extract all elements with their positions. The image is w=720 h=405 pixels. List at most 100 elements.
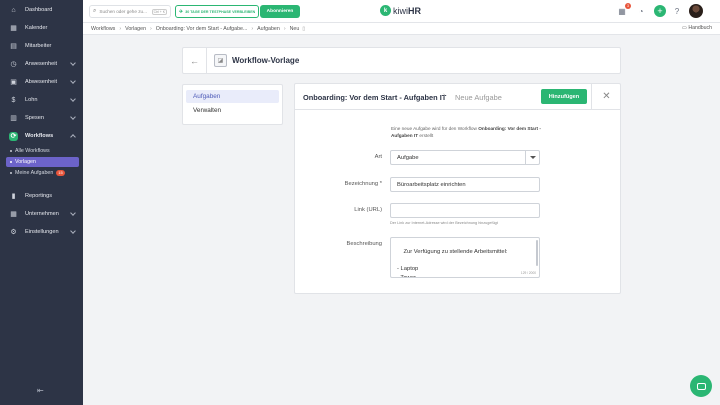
- sidebar-item-label: Reportings: [25, 193, 53, 199]
- page-title: Workflow-Vorlage: [232, 56, 300, 65]
- sidebar-item-abwesenheit[interactable]: ▣ Abwesenheit: [0, 73, 83, 91]
- sidebar-item-unternehmen[interactable]: ▦ Unternehmen: [0, 205, 83, 223]
- handbook-link[interactable]: ▭ Handbuch: [682, 25, 712, 31]
- template-icon: ◪: [214, 54, 227, 67]
- subscribe-button[interactable]: Abonnieren: [260, 5, 300, 18]
- search-placeholder: Suchen oder gehe zu...: [99, 9, 147, 14]
- logo[interactable]: k kiwi HR: [380, 5, 421, 16]
- art-label: Art: [374, 154, 382, 160]
- sidebar: ⌂ Dashboard ▦ Kalender ▤ Mitarbeiter ◷ Anwes…: [0, 0, 83, 405]
- new-task-card: Onboarding: Vor dem Start - Aufgaben IT …: [294, 83, 621, 294]
- collapse-sidebar-icon[interactable]: ⇤: [37, 386, 44, 395]
- money-icon: $: [11, 96, 16, 104]
- subnav-item-label: Vorlagen: [15, 159, 36, 165]
- sidebar-item-einstellungen[interactable]: ⚙ Einstellungen: [0, 223, 83, 241]
- chevron-right-icon: ›: [443, 92, 446, 99]
- card-title: Onboarding: Vor dem Start - Aufgaben IT: [303, 93, 447, 102]
- home-icon: ⌂: [11, 6, 16, 14]
- bezeichnung-field[interactable]: Büroarbeitsplatz einrichten: [390, 177, 540, 192]
- chevron-up-icon: [70, 134, 76, 140]
- bullet-icon: [10, 161, 12, 163]
- breadcrumb-item[interactable]: Workflows: [91, 26, 115, 32]
- rocket-icon: ✈: [179, 8, 184, 15]
- search-input[interactable]: ⌕ Suchen oder gehe zu... Ctrl + K: [89, 5, 171, 18]
- subnav-item-vorlagen[interactable]: Vorlagen: [6, 157, 79, 167]
- sidebar-item-lohn[interactable]: $ Lohn: [0, 91, 83, 109]
- art-value: Aufgabe: [397, 154, 419, 161]
- bell-icon[interactable]: ◔: [636, 6, 646, 16]
- back-arrow-icon[interactable]: ←: [183, 48, 207, 73]
- handbook-label: Handbuch: [688, 25, 712, 31]
- chat-button[interactable]: [690, 375, 712, 397]
- bullet-icon: [10, 150, 12, 152]
- chevron-down-icon: [70, 78, 76, 84]
- sidebar-item-anwesenheit[interactable]: ◷ Anwesenheit: [0, 55, 83, 73]
- add-task-button[interactable]: Hinzufügen: [541, 89, 587, 104]
- count-badge: 15: [56, 170, 65, 176]
- search-shortcut: Ctrl + K: [151, 8, 167, 15]
- sidebar-item-label: Unternehmen: [25, 211, 59, 217]
- breadcrumb-item[interactable]: Aufgaben: [257, 26, 280, 32]
- notification-badge: 3: [625, 3, 631, 9]
- sidebar-item-mitarbeiter[interactable]: ▤ Mitarbeiter: [0, 37, 83, 55]
- subnav-item-meine-aufgaben[interactable]: Meine Aufgaben 15: [6, 168, 79, 178]
- sidebar-item-workflows[interactable]: ⟳ Workflows: [0, 127, 83, 145]
- breadcrumb: Workflows › Vorlagen › Onboarding: Vor dem…: [83, 23, 720, 35]
- card-header: Onboarding: Vor dem Start - Aufgaben IT …: [295, 84, 620, 110]
- topbar: ⌕ Suchen oder gehe zu... Ctrl + K ✈ 30 T…: [83, 0, 720, 23]
- subnav-item-label: Meine Aufgaben: [15, 170, 54, 176]
- art-select[interactable]: Aufgabe: [390, 150, 540, 165]
- breadcrumb-item[interactable]: Vorlagen: [125, 26, 146, 32]
- sidebar-item-label: Kalender: [25, 25, 48, 31]
- card-subtitle: Neue Aufgabe: [455, 93, 502, 102]
- sidebar-item-label: Anwesenheit: [25, 61, 58, 67]
- beschreibung-textarea[interactable]: Zur Verfügung zu stellende Arbeitsmittel…: [390, 237, 540, 278]
- logo-kiwi-text: kiwi: [393, 5, 408, 16]
- subnav-item-alle-workflows[interactable]: Alle Workflows: [6, 146, 79, 156]
- logo-hr-text: HR: [408, 5, 421, 16]
- users-icon: ▤: [10, 43, 17, 50]
- help-icon[interactable]: ?: [672, 6, 682, 16]
- gear-icon: ⚙: [10, 229, 17, 236]
- chevron-down-icon: [70, 114, 76, 120]
- trash-icon[interactable]: ▯: [302, 26, 305, 32]
- close-icon[interactable]: ✕: [591, 84, 621, 109]
- bullet-icon: [10, 172, 12, 174]
- intro-pre: Eine neue Aufgabe wird für den Workflow: [391, 126, 479, 131]
- menu-item-aufgaben[interactable]: Aufgaben: [186, 90, 279, 103]
- page-header: ← ◪ Workflow-Vorlage: [182, 47, 621, 74]
- beschreibung-label: Beschreibung: [346, 241, 382, 247]
- menu-item-verwalten[interactable]: Verwalten: [186, 104, 279, 117]
- link-field[interactable]: [390, 203, 540, 218]
- chart-icon: ▮: [11, 193, 16, 200]
- sidebar-item-spesen[interactable]: ▥ Spesen: [0, 109, 83, 127]
- chevron-right-icon: ›: [150, 25, 152, 32]
- receipt-icon: ▥: [10, 115, 17, 122]
- workflows-subnav: Alle Workflows Vorlagen Meine Aufgaben 15: [0, 146, 83, 181]
- chevron-down-icon: [70, 60, 76, 66]
- sidebar-item-kalender[interactable]: ▦ Kalender: [0, 19, 83, 37]
- sidebar-item-reportings[interactable]: ▮ Reportings: [0, 187, 83, 205]
- sidebar-item-label: Spesen: [25, 115, 44, 121]
- chevron-down-icon: [70, 96, 76, 102]
- sidebar-item-dashboard[interactable]: ⌂ Dashboard: [0, 1, 83, 19]
- chevron-down-icon: [70, 210, 76, 216]
- textarea-scrollbar[interactable]: [536, 240, 538, 266]
- sidebar-item-label: Dashboard: [25, 7, 53, 13]
- workflow-icon: ⟳: [9, 131, 18, 141]
- add-button[interactable]: +: [654, 5, 666, 17]
- chat-icon: [696, 382, 706, 390]
- char-counter: 129 / 2000: [520, 271, 536, 275]
- breadcrumb-item[interactable]: Onboarding: Vor dem Start - Aufgabe...: [156, 26, 248, 32]
- beschreibung-value: Zur Verfügung zu stellende Arbeitsmittel…: [397, 249, 508, 278]
- link-hint: Der Link zur Internet-Adresse wird der B…: [390, 221, 498, 225]
- chevron-down-icon: [70, 228, 76, 234]
- calendar-icon: ▦: [10, 25, 17, 32]
- bezeichnung-label: Bezeichnung *: [344, 181, 382, 187]
- sidebar-item-label: Lohn: [25, 97, 38, 103]
- clock-icon: ◷: [10, 61, 17, 68]
- trial-badge[interactable]: ✈ 30 TAGE DER TESTPHASE VERBLEIBEN: [175, 5, 260, 18]
- sidebar-item-label: Mitarbeiter: [25, 43, 52, 49]
- trial-label: 30 TAGE DER TESTPHASE VERBLEIBEN: [185, 9, 256, 14]
- avatar[interactable]: [689, 4, 703, 18]
